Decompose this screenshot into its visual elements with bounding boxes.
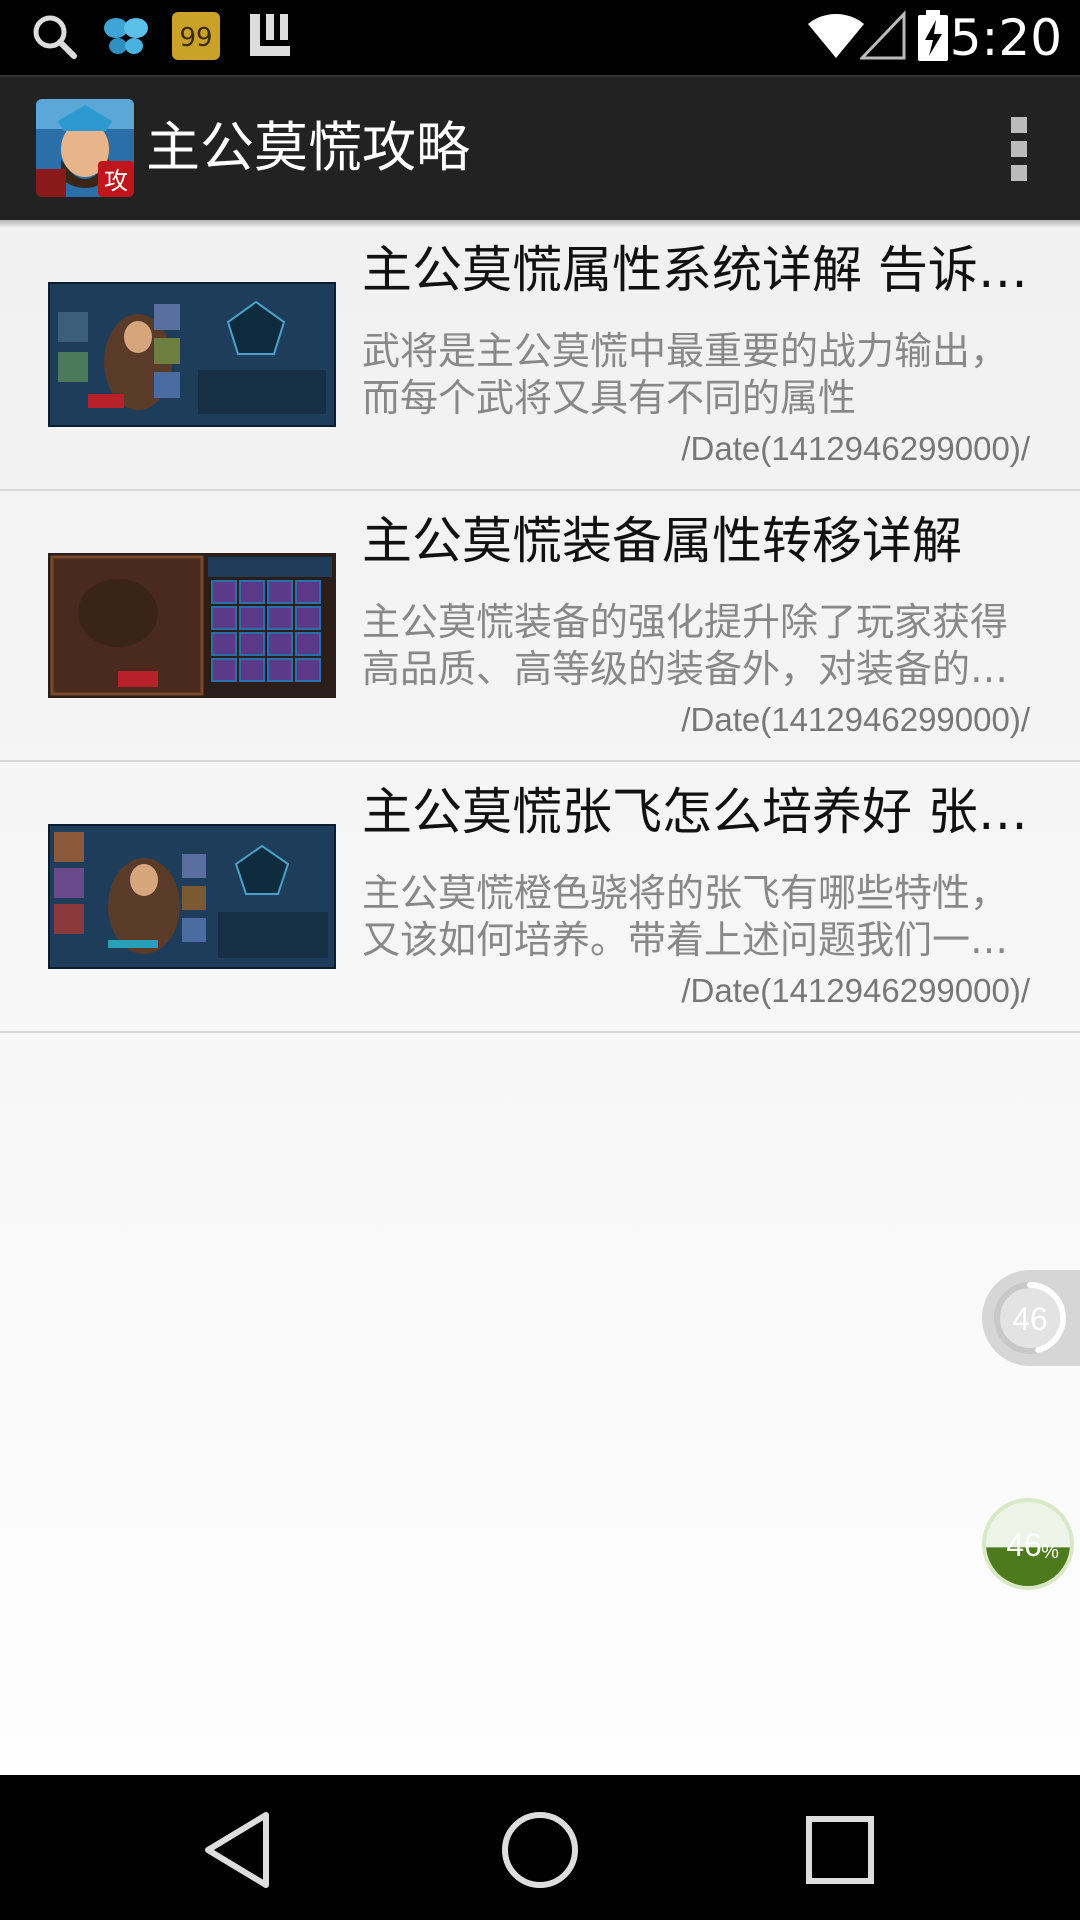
article-description: 武将是主公莫慌中最重要的战力输出，而每个武将又具有不同的属性 bbox=[362, 329, 1009, 420]
app-logo-icon[interactable]: 攻 bbox=[36, 99, 134, 197]
list-item[interactable]: 主公莫慌张飞怎么培养好 张飞培养攻略 主公莫慌橙色骁将的张飞有哪些特性，又该如何… bbox=[0, 762, 1080, 1033]
svg-text:99: 99 bbox=[179, 23, 212, 53]
article-title: 主公莫慌属性系统详解 告诉你属性的作用 bbox=[362, 241, 1032, 299]
home-icon[interactable] bbox=[495, 1805, 585, 1895]
clock-time: 5:20 bbox=[949, 9, 1062, 67]
action-bar-shadow bbox=[0, 220, 1080, 228]
article-date: /Date(1412946299000)/ bbox=[681, 701, 1030, 738]
notes-app-icon: 99 bbox=[172, 12, 220, 60]
counter-value: 46 bbox=[1012, 1301, 1048, 1337]
search-icon bbox=[33, 15, 77, 59]
article-thumbnail bbox=[48, 282, 336, 427]
back-icon[interactable] bbox=[194, 1805, 284, 1895]
bracket-app-icon bbox=[250, 14, 290, 56]
navigation-bar bbox=[0, 1775, 1080, 1920]
list-item[interactable]: 主公莫慌装备属性转移详解 主公莫慌装备的强化提升除了玩家获得高品质、高等级的装备… bbox=[0, 491, 1080, 762]
butterfly-icon bbox=[104, 18, 148, 54]
article-thumbnail bbox=[48, 553, 336, 698]
percent-value: 46 bbox=[1006, 1527, 1042, 1563]
floating-percent-widget[interactable]: 46 % bbox=[980, 1496, 1076, 1592]
page-title: 主公莫慌攻略 bbox=[146, 116, 470, 179]
wifi-icon bbox=[808, 13, 864, 58]
percent-unit: % bbox=[1041, 1541, 1059, 1563]
article-date: /Date(1412946299000)/ bbox=[681, 972, 1030, 1009]
signal-icon bbox=[860, 10, 906, 60]
article-list: 主公莫慌属性系统详解 告诉你属性的作用 武将是主公莫慌中最重要的战力输出，而每个… bbox=[0, 220, 1080, 1033]
article-date: /Date(1412946299000)/ bbox=[681, 430, 1030, 467]
article-title: 主公莫慌装备属性转移详解 bbox=[362, 512, 962, 570]
article-thumbnail bbox=[48, 824, 336, 969]
article-title: 主公莫慌张飞怎么培养好 张飞培养攻略 bbox=[362, 783, 1032, 841]
article-description: 主公莫慌橙色骁将的张飞有哪些特性，又该如何培养。带着上述问题我们一起来看 bbox=[362, 871, 1009, 962]
article-description: 主公莫慌装备的强化提升除了玩家获得高品质、高等级的装备外，对装备的强化 bbox=[362, 600, 1009, 691]
battery-charging-icon bbox=[918, 10, 948, 61]
action-bar: 攻 主公莫慌攻略 bbox=[0, 75, 1080, 220]
floating-counter-widget[interactable]: 46 bbox=[982, 1270, 1080, 1366]
overflow-menu-icon[interactable] bbox=[1008, 117, 1030, 181]
status-bar: 99 5:20 bbox=[0, 0, 1080, 75]
recents-icon[interactable] bbox=[795, 1805, 885, 1895]
list-item[interactable]: 主公莫慌属性系统详解 告诉你属性的作用 武将是主公莫慌中最重要的战力输出，而每个… bbox=[0, 220, 1080, 491]
app-logo-badge: 攻 bbox=[104, 167, 128, 195]
